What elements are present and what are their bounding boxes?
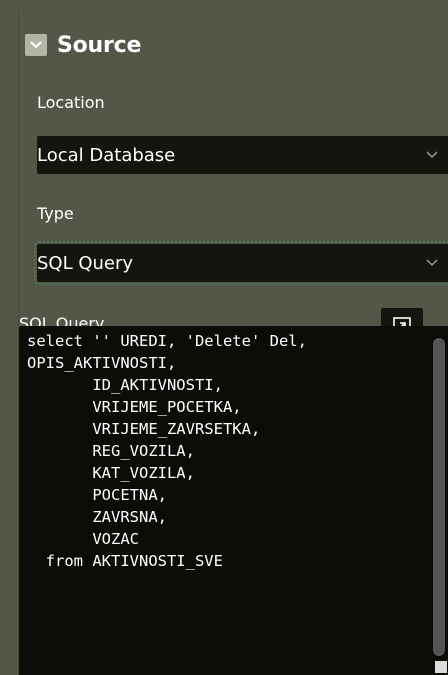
chevron-down-icon	[426, 259, 438, 267]
scrollbar-thumb[interactable]	[433, 338, 445, 656]
location-label: Location	[37, 93, 105, 112]
resize-grip-icon[interactable]	[435, 661, 447, 673]
scrollbar[interactable]	[433, 338, 445, 668]
type-value: SQL Query	[37, 252, 134, 274]
collapse-toggle-button[interactable]	[25, 34, 47, 56]
location-value: Local Database	[37, 144, 176, 166]
location-select[interactable]: Local Database	[37, 136, 448, 174]
chevron-down-icon	[426, 151, 438, 159]
type-select[interactable]: SQL Query	[34, 241, 448, 285]
source-panel: Source Location Local Database Type SQL …	[18, 11, 448, 675]
section-header[interactable]: Source	[25, 25, 141, 65]
sql-query-editor[interactable]: select '' UREDI, 'Delete' Del, OPIS_AKTI…	[19, 326, 448, 675]
sql-query-text[interactable]: select '' UREDI, 'Delete' Del, OPIS_AKTI…	[27, 330, 307, 572]
chevron-down-icon	[30, 41, 42, 49]
section-title: Source	[57, 32, 142, 58]
type-label: Type	[37, 204, 74, 223]
